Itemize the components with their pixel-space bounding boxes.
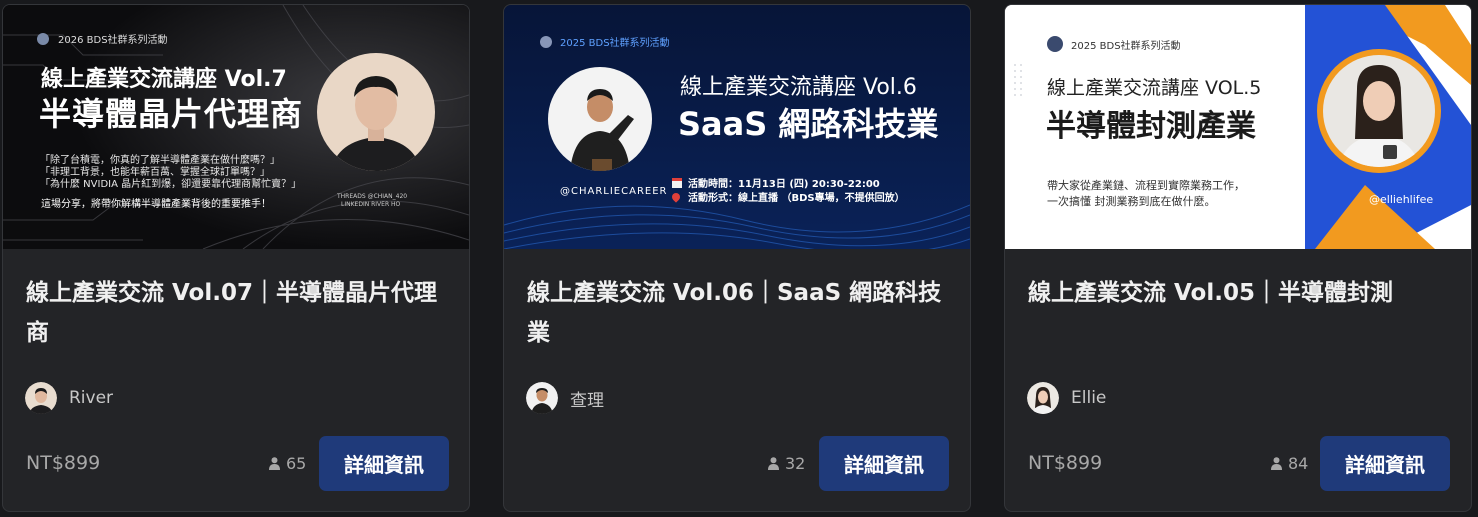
- author[interactable]: Ellie: [1027, 382, 1106, 414]
- participant-count: 32: [768, 454, 805, 473]
- avatar: [526, 382, 558, 414]
- banner-handle: @CHARLIECAREER: [560, 186, 668, 197]
- banner-social: THREADS @CHIAN_420: [337, 193, 408, 200]
- card-title[interactable]: 線上產業交流 Vol.06｜SaaS 網路科技業: [527, 273, 947, 353]
- course-card-vol06[interactable]: 2025 BDS社群系列活動 線上產業交流講座 Vol.6 SaaS 網路科技業…: [503, 4, 971, 512]
- banner-subtitle: 半導體封測產業: [1046, 109, 1256, 144]
- banner-social: LINKEDIN RIVER HO: [341, 201, 401, 208]
- card-banner-image[interactable]: 2025 BDS社群系列活動 線上產業交流講座 Vol.6 SaaS 網路科技業…: [504, 5, 970, 249]
- banner-subtitle: SaaS 網路科技業: [678, 105, 939, 143]
- banner-tag: 2025 BDS社群系列活動: [560, 38, 670, 49]
- banner-format: 活動形式：線上直播 （BDS專場，不提供回放）: [688, 193, 905, 204]
- card-banner-image[interactable]: 2026 BDS社群系列活動 線上產業交流講座 Vol.7 半導體晶片代理商 「…: [3, 5, 469, 249]
- author-name: Ellie: [1071, 388, 1107, 408]
- details-button[interactable]: 詳細資訊: [319, 436, 449, 491]
- author-name: 查理: [570, 390, 604, 411]
- calendar-icon: [672, 177, 682, 188]
- card-title[interactable]: 線上產業交流 Vol.05｜半導體封測: [1028, 273, 1448, 313]
- author[interactable]: 查理: [526, 382, 604, 414]
- price: NT$899: [1028, 452, 1103, 474]
- bds-logo-icon: [1047, 36, 1063, 52]
- author-name: River: [69, 388, 114, 408]
- banner-quote: 「為什麼 NVIDIA 晶片紅到爆，卻還要靠代理商幫忙賣？」: [40, 179, 302, 190]
- banner-title: 線上產業交流講座 VOL.5: [1047, 77, 1262, 99]
- person-icon: [1271, 457, 1282, 470]
- person-icon: [269, 457, 280, 470]
- banner-desc: 帶大家從產業鏈、流程到實際業務工作，: [1047, 179, 1245, 192]
- banner-tag: 2026 BDS社群系列活動: [58, 35, 168, 46]
- person-icon: [768, 457, 779, 470]
- banner-handle: @elliehlifee: [1369, 193, 1434, 206]
- banner-title: 線上產業交流講座 Vol.6: [680, 75, 917, 100]
- details-button[interactable]: 詳細資訊: [819, 436, 949, 491]
- avatar: [1027, 382, 1059, 414]
- card-banner-image[interactable]: 2025 BDS社群系列活動 線上產業交流講座 VOL.5 半導體封測產業 帶大…: [1005, 5, 1471, 249]
- course-card-vol05[interactable]: 2025 BDS社群系列活動 線上產業交流講座 VOL.5 半導體封測產業 帶大…: [1004, 4, 1472, 512]
- banner-subtitle: 半導體晶片代理商: [39, 95, 304, 133]
- speaker-portrait: [317, 53, 435, 171]
- bds-logo-icon: [540, 35, 552, 48]
- card-title[interactable]: 線上產業交流 Vol.07｜半導體晶片代理商: [26, 273, 446, 353]
- pin-icon: [670, 190, 682, 203]
- details-button[interactable]: 詳細資訊: [1320, 436, 1450, 491]
- banner-tag: 2025 BDS社群系列活動: [1071, 40, 1181, 52]
- course-card-vol07[interactable]: 2026 BDS社群系列活動 線上產業交流講座 Vol.7 半導體晶片代理商 「…: [2, 4, 470, 512]
- avatar: [25, 382, 57, 414]
- banner-time: 活動時間：11月13日 (四) 20:30-22:00: [688, 179, 880, 190]
- count-value: 65: [286, 454, 307, 473]
- bds-logo-icon: [37, 32, 49, 45]
- count-value: 84: [1288, 454, 1309, 473]
- price: NT$899: [26, 452, 101, 474]
- banner-summary: 這場分享，將帶你解構半導體產業背後的重要推手！: [41, 199, 271, 210]
- participant-count: 84: [1271, 454, 1308, 473]
- speaker-portrait: [1317, 49, 1441, 173]
- author[interactable]: River: [25, 382, 113, 414]
- speaker-portrait: [548, 67, 652, 171]
- participant-count: 65: [269, 454, 306, 473]
- banner-desc: 一次搞懂 封測業務到底在做什麼。: [1047, 195, 1216, 208]
- count-value: 32: [785, 454, 806, 473]
